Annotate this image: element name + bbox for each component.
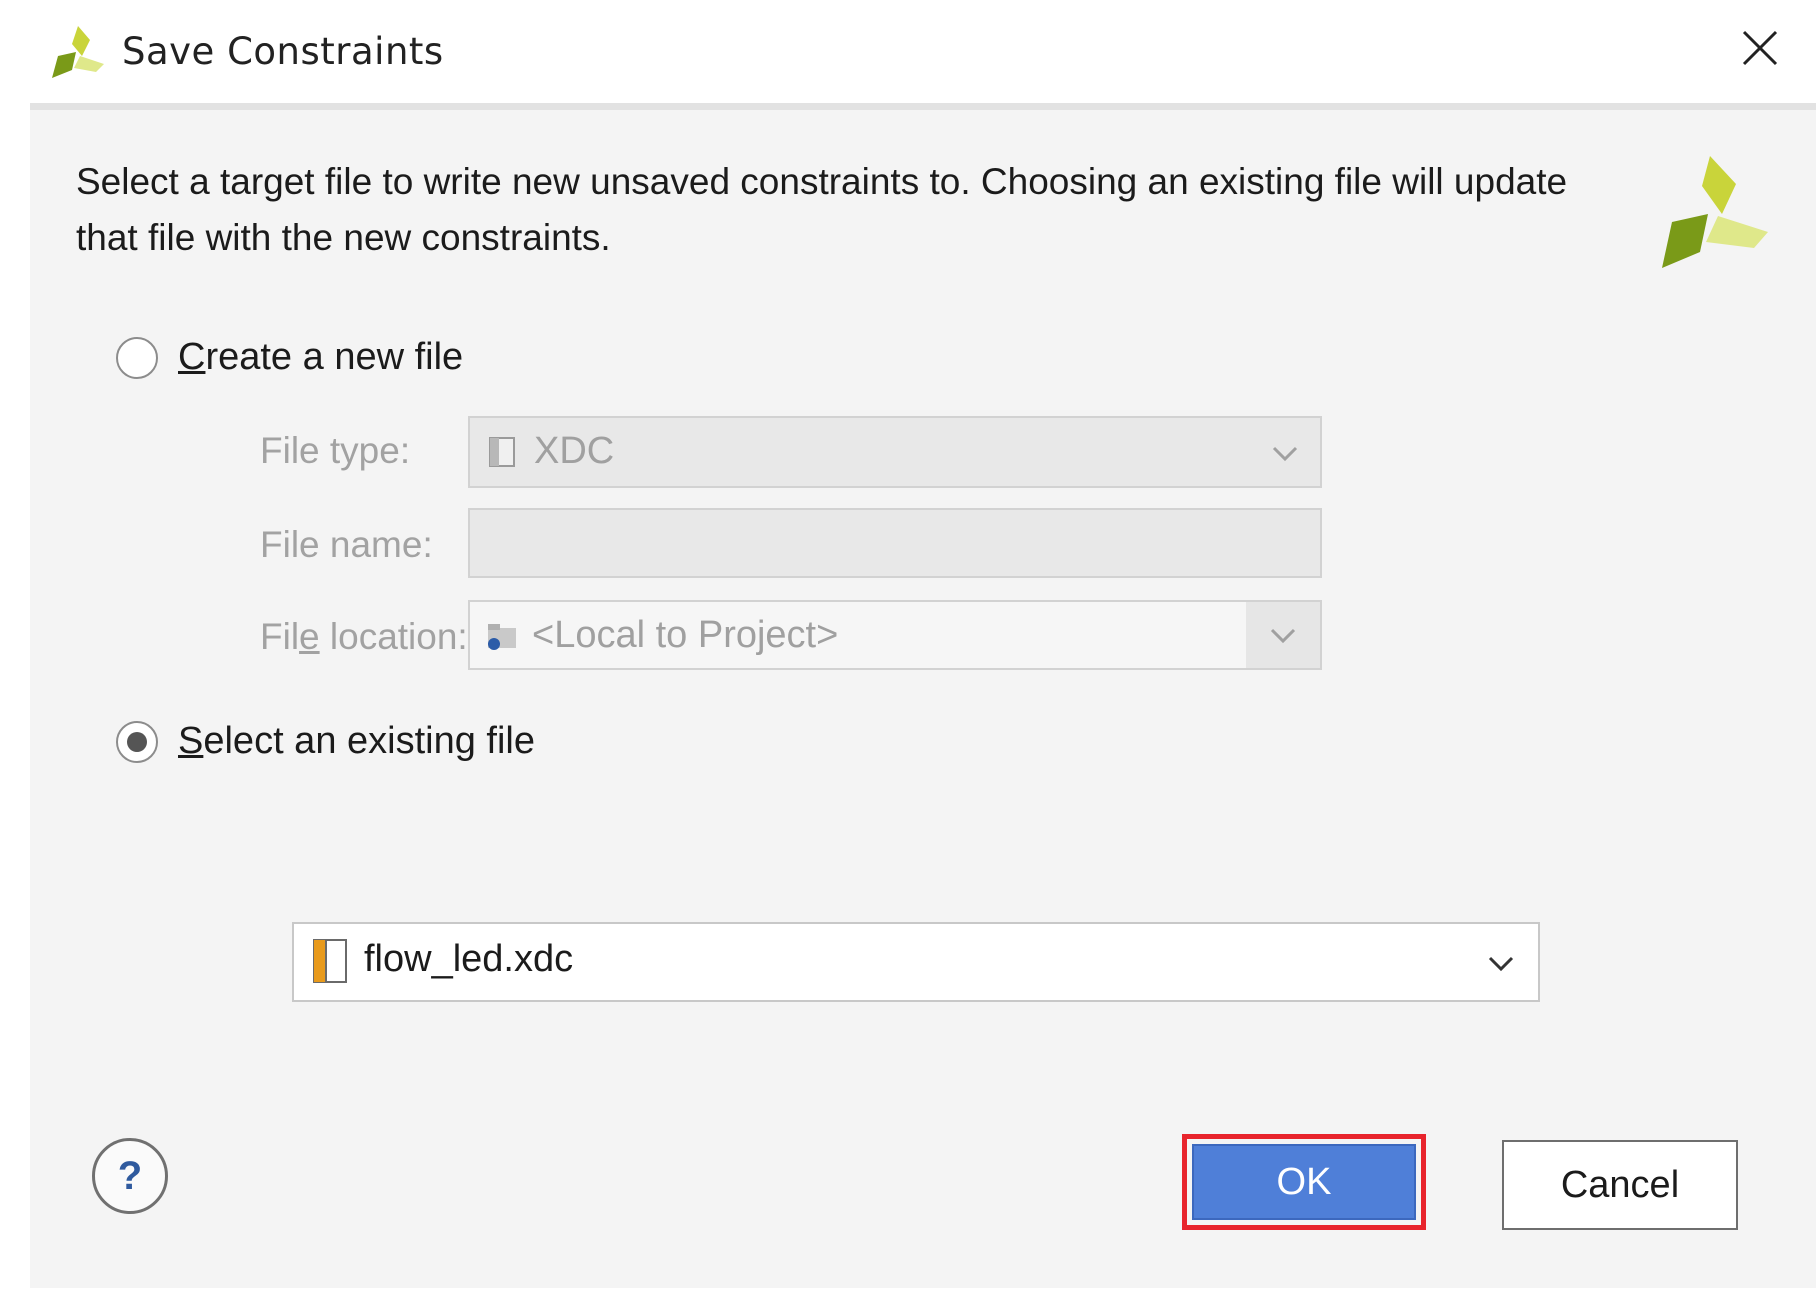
dialog-title: Save Constraints bbox=[122, 30, 444, 73]
file-location-value: <Local to Project> bbox=[532, 614, 839, 656]
file-type-dropdown[interactable]: XDC bbox=[468, 416, 1322, 488]
help-button[interactable]: ? bbox=[92, 1138, 168, 1214]
close-icon[interactable] bbox=[1738, 26, 1782, 70]
existing-file-value: flow_led.xdc bbox=[364, 938, 574, 980]
title-separator bbox=[30, 103, 1816, 110]
chevron-down-icon bbox=[1270, 628, 1296, 644]
file-type-label: File type: bbox=[260, 430, 411, 471]
chevron-down-icon bbox=[1272, 446, 1298, 462]
ok-button[interactable]: OK bbox=[1192, 1144, 1416, 1220]
select-existing-file-label: Select an existing file bbox=[178, 720, 535, 762]
chevron-down-icon bbox=[1488, 956, 1514, 972]
create-new-file-radio[interactable]: Create a new file bbox=[116, 336, 463, 379]
file-location-dropdown[interactable]: <Local to Project> bbox=[468, 600, 1322, 670]
vivado-logo-icon bbox=[1662, 156, 1768, 268]
cancel-button[interactable]: Cancel bbox=[1502, 1140, 1738, 1230]
file-icon bbox=[489, 437, 515, 467]
description-line: Select a target file to write new unsave… bbox=[76, 161, 1568, 202]
constraints-file-icon bbox=[313, 939, 347, 983]
existing-file-dropdown[interactable]: flow_led.xdc bbox=[292, 922, 1540, 1002]
title-bar: Save Constraints bbox=[30, 0, 1816, 105]
file-location-label: File location: bbox=[260, 616, 468, 657]
save-constraints-dialog: Save Constraints Select a target file to… bbox=[0, 0, 1820, 1304]
file-location-dropdown-button[interactable] bbox=[1246, 602, 1320, 668]
create-new-file-label: Create a new file bbox=[178, 336, 464, 378]
select-existing-file-radio[interactable]: Select an existing file bbox=[116, 720, 535, 763]
folder-icon bbox=[488, 624, 516, 650]
vivado-logo-icon bbox=[52, 26, 104, 78]
file-name-label: File name: bbox=[260, 524, 433, 565]
radio-button[interactable] bbox=[116, 336, 158, 379]
dialog-body: Select a target file to write new unsave… bbox=[30, 110, 1816, 1288]
description-text: Select a target file to write new unsave… bbox=[76, 154, 1636, 266]
radio-button[interactable] bbox=[116, 720, 158, 763]
file-type-value: XDC bbox=[534, 430, 615, 472]
description-line: that file with the new constraints. bbox=[76, 217, 611, 258]
radio-selected-dot bbox=[127, 731, 147, 752]
file-name-input[interactable] bbox=[468, 508, 1322, 578]
